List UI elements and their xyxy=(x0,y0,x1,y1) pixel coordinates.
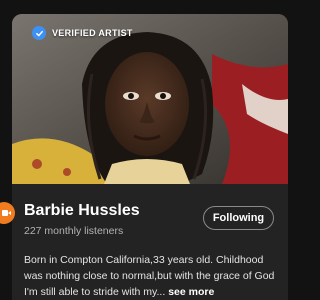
verified-artist-badge: VERIFIED ARTIST xyxy=(32,26,133,40)
artist-info-section: Barbie Hussles 227 monthly listeners Fol… xyxy=(12,184,288,300)
verified-artist-label: VERIFIED ARTIST xyxy=(52,28,133,38)
artist-name: Barbie Hussles xyxy=(24,202,140,219)
artist-photo: VERIFIED ARTIST xyxy=(12,14,288,184)
monthly-listeners: 227 monthly listeners xyxy=(24,225,124,237)
artist-about-screen: VERIFIED ARTIST Barbie Hussles 227 month… xyxy=(0,0,300,300)
artist-about-card[interactable]: VERIFIED ARTIST Barbie Hussles 227 month… xyxy=(12,14,288,300)
see-more-link[interactable]: see more xyxy=(168,286,214,298)
verified-check-icon xyxy=(32,26,46,40)
artist-bio-text: Born in Compton California,33 years old.… xyxy=(24,254,275,298)
artist-bio[interactable]: Born in Compton California,33 years old.… xyxy=(24,252,280,300)
video-icon xyxy=(2,204,11,222)
following-button[interactable]: Following xyxy=(203,206,274,230)
